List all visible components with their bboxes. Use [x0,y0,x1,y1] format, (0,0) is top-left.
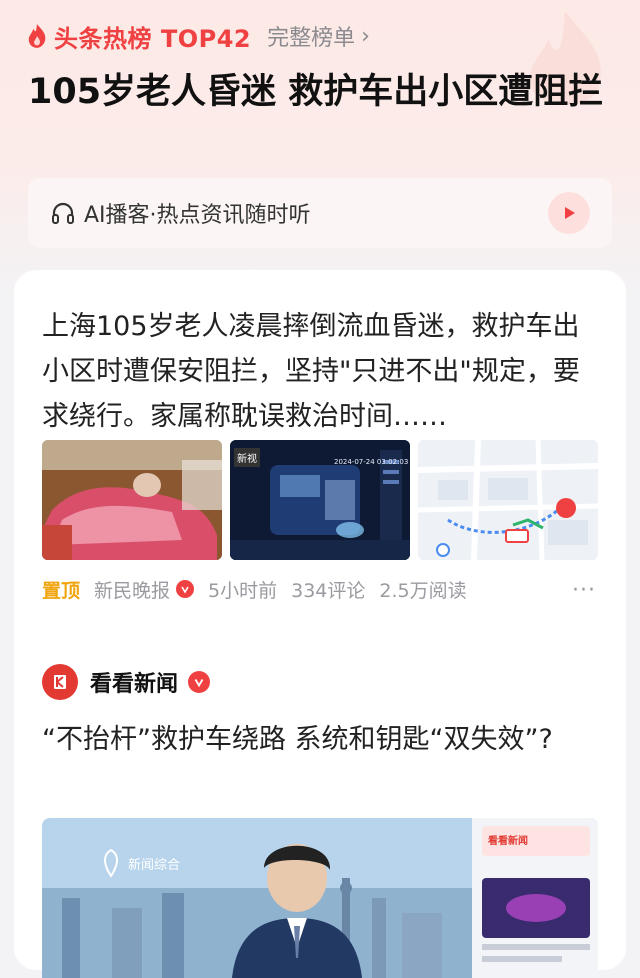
full-list-link[interactable]: 完整榜单 [267,20,355,52]
play-button[interactable] [548,192,590,234]
channel-name: 新闻综合 [128,857,181,873]
article-meta: 置顶 新民晚报 5小时前 334评论 2.5万阅读 ··· [42,574,598,604]
page-title: 105岁老人昏迷 救护车出小区遭阻拦 [28,72,604,112]
verified-icon [176,580,195,598]
play-icon [565,207,575,219]
thumb-timestamp: 2024-07-24 03:02:03 [334,458,409,466]
thumbnail-map[interactable] [418,440,598,560]
post-title[interactable]: “不抬杆”救护车绕路 系统和钥匙“双失效”? [42,718,582,762]
article-reads: 2.5万阅读 [379,579,467,602]
channel-logo-icon [104,848,118,878]
channel-logo: 新闻综合 [98,848,180,878]
article-source[interactable]: 新民晚报 [94,576,170,603]
thumbnail-cctv-ambulance[interactable]: 新视 2024-07-24 03:02:03 [230,440,410,560]
podcast-label: AI播客·热点资讯随时听 [84,203,311,228]
article-summary[interactable]: 上海105岁老人凌晨摔倒流血昏迷，救护车出小区时遭保安阻拦，坚持"只进不出"规定… [42,304,598,439]
ai-podcast-bar[interactable]: AI播客·热点资讯随时听 [28,178,612,248]
inset-brand: 看看新闻 [488,836,528,847]
article-comments[interactable]: 334评论 [291,576,365,603]
thumbnail-hospital-bed[interactable] [42,440,222,560]
article-card[interactable]: 上海105岁老人凌晨摔倒流血昏迷，救护车出小区时遭保安阻拦，坚持"只进不出"规定… [14,270,626,978]
author-name[interactable]: 看看新闻 [90,666,178,698]
kankan-logo-icon[interactable] [42,664,78,700]
video-thumbnail[interactable]: 新闻综合 看看新闻 [42,818,598,978]
hot-list-title: 头条热榜 TOP42 [54,24,252,53]
article-thumbnails: 新视 2024-07-24 03:02:03 [42,440,598,560]
chevron-right-icon: › [361,23,370,49]
thumb-overlay-label: 新视 [234,448,260,467]
headphone-icon [52,202,74,224]
more-icon[interactable]: ··· [572,578,596,603]
flame-icon [28,24,46,48]
pinned-badge: 置顶 [42,579,81,602]
article-time: 5小时前 [208,579,278,602]
hot-list-header[interactable]: 头条热榜 TOP42 完整榜单 › [26,18,370,54]
post-author-row[interactable]: 看看新闻 [42,662,211,702]
verified-icon [188,671,211,693]
